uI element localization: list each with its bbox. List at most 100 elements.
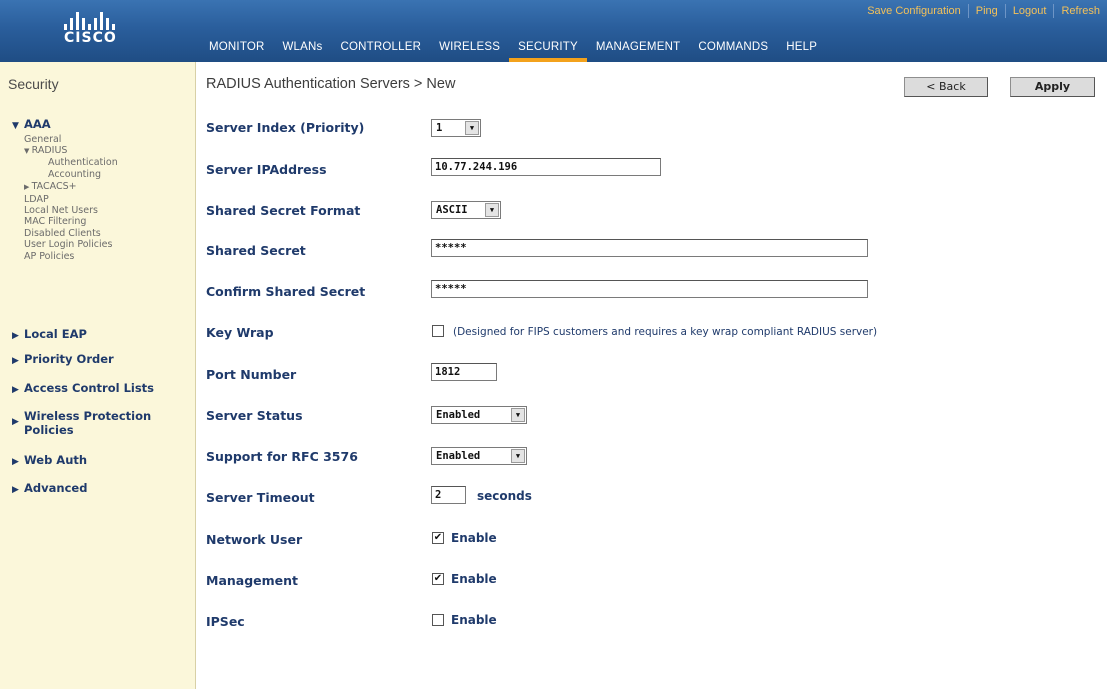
triangle-right-icon: ▶ <box>12 457 19 467</box>
chevron-down-icon: ▼ <box>511 449 525 463</box>
triangle-right-icon: ▶ <box>12 385 19 395</box>
sidebar-item-ap-policies[interactable]: AP Policies <box>24 251 74 262</box>
sidebar-item-tacacs[interactable]: ▶ TACACS+ <box>24 181 77 193</box>
rfc3576-value: Enabled <box>436 450 481 462</box>
server-status-select[interactable]: Enabled ▼ <box>431 406 527 424</box>
server-status-label: Server Status <box>206 408 303 423</box>
nav-monitor[interactable]: MONITOR <box>200 36 274 62</box>
sidebar-item-label: Wireless Protection <box>24 409 152 423</box>
top-header: CISCO Save Configuration Ping Logout Ref… <box>0 0 1107 62</box>
back-button[interactable]: < Back <box>904 77 988 97</box>
cisco-bars-icon <box>64 8 124 30</box>
sidebar-item-radius[interactable]: ▼ RADIUS <box>24 145 67 157</box>
nav-wireless[interactable]: WIRELESS <box>430 36 509 62</box>
sidebar-item-label-wrap: Wireless Protection Policies <box>24 409 151 437</box>
management-checkbox[interactable]: ✔ <box>432 573 444 585</box>
triangle-right-icon: ▶ <box>12 417 19 427</box>
network-user-enable-text: Enable <box>451 531 497 545</box>
sidebar-item-access-control-lists[interactable]: ▶ Access Control Lists <box>12 381 154 397</box>
sidebar-item-label: TACACS+ <box>31 181 77 192</box>
apply-button[interactable]: Apply <box>1010 77 1095 97</box>
sidebar-item-wireless-protection-policies[interactable]: ▶ Wireless Protection Policies <box>12 409 151 437</box>
sidebar-item-label: Priority Order <box>24 352 114 366</box>
cisco-logo: CISCO <box>8 0 193 62</box>
triangle-right-icon: ▶ <box>24 183 32 191</box>
nav-security[interactable]: SECURITY <box>509 36 587 62</box>
nav-commands[interactable]: COMMANDS <box>689 36 777 62</box>
main-nav: MONITOR WLANs CONTROLLER WIRELESS SECURI… <box>200 36 826 62</box>
key-wrap-note: (Designed for FIPS customers and require… <box>453 326 878 338</box>
server-timeout-input[interactable]: 2 <box>431 486 466 504</box>
sidebar-item-general[interactable]: General <box>24 134 61 145</box>
sidebar-item-label: AAA <box>24 117 51 131</box>
sidebar-item-user-login-policies[interactable]: User Login Policies <box>24 239 112 250</box>
sidebar-item-local-net-users[interactable]: Local Net Users <box>24 205 98 216</box>
sidebar-item-aaa[interactable]: ▼ AAA <box>12 117 51 133</box>
sidebar-item-label: RADIUS <box>31 145 68 156</box>
management-label: Management <box>206 573 299 588</box>
confirm-shared-secret-input[interactable]: ***** <box>431 280 868 298</box>
rfc3576-select[interactable]: Enabled ▼ <box>431 447 527 465</box>
server-timeout-label: Server Timeout <box>206 490 315 505</box>
network-user-label: Network User <box>206 532 303 547</box>
rfc3576-label: Support for RFC 3576 <box>206 449 358 464</box>
sidebar-item-priority-order[interactable]: ▶ Priority Order <box>12 352 114 368</box>
ipsec-checkbox[interactable] <box>432 614 444 626</box>
security-sidebar: Security ▼ AAA General ▼ RADIUS Authentic… <box>0 62 196 689</box>
server-index-select[interactable]: 1 ▼ <box>431 119 481 137</box>
shared-secret-format-label: Shared Secret Format <box>206 203 361 218</box>
ipsec-label: IPSec <box>206 614 245 629</box>
sidebar-item-authentication[interactable]: Authentication <box>48 157 118 168</box>
nav-controller[interactable]: CONTROLLER <box>331 36 430 62</box>
sidebar-item-label: Access Control Lists <box>24 381 155 395</box>
sidebar-item-advanced[interactable]: ▶ Advanced <box>12 481 87 497</box>
management-enable-text: Enable <box>451 572 497 586</box>
sidebar-item-web-auth[interactable]: ▶ Web Auth <box>12 453 87 469</box>
chevron-down-icon: ▼ <box>485 203 499 217</box>
sidebar-item-mac-filtering[interactable]: MAC Filtering <box>24 216 86 227</box>
page-title: RADIUS Authentication Servers > New <box>206 76 456 92</box>
refresh-link[interactable]: Refresh <box>1053 4 1107 18</box>
sidebar-item-label: Local EAP <box>24 327 87 341</box>
ipsec-enable-text: Enable <box>451 613 497 627</box>
server-timeout-unit: seconds <box>477 489 532 503</box>
key-wrap-checkbox[interactable] <box>432 325 444 337</box>
nav-help[interactable]: HELP <box>777 36 826 62</box>
network-user-checkbox[interactable]: ✔ <box>432 532 444 544</box>
server-index-label: Server Index (Priority) <box>206 120 365 135</box>
server-status-value: Enabled <box>436 409 481 421</box>
ping-link[interactable]: Ping <box>967 4 1005 18</box>
nav-wlans[interactable]: WLANs <box>274 36 332 62</box>
sidebar-item-local-eap[interactable]: ▶ Local EAP <box>12 327 87 343</box>
sidebar-title: Security <box>8 76 59 92</box>
sidebar-item-accounting[interactable]: Accounting <box>48 169 101 180</box>
server-index-value: 1 <box>436 122 443 134</box>
key-wrap-label: Key Wrap <box>206 325 274 340</box>
sidebar-item-label: Web Auth <box>24 453 88 467</box>
port-number-label: Port Number <box>206 367 297 382</box>
sidebar-item-ldap[interactable]: LDAP <box>24 194 49 205</box>
shared-secret-input[interactable]: ***** <box>431 239 868 257</box>
utility-links: Save Configuration Ping Logout Refresh <box>860 0 1107 22</box>
port-number-input[interactable]: 1812 <box>431 363 497 381</box>
save-configuration-link[interactable]: Save Configuration <box>860 4 968 18</box>
nav-management[interactable]: MANAGEMENT <box>587 36 689 62</box>
sidebar-item-label: Advanced <box>24 481 88 495</box>
confirm-shared-secret-label: Confirm Shared Secret <box>206 284 366 299</box>
shared-secret-format-value: ASCII <box>436 204 468 216</box>
cisco-wordmark: CISCO <box>64 30 117 46</box>
shared-secret-label: Shared Secret <box>206 243 306 258</box>
chevron-down-icon: ▼ <box>511 408 525 422</box>
server-ip-input[interactable]: 10.77.244.196 <box>431 158 661 176</box>
sidebar-item-label: Policies <box>24 423 74 437</box>
sidebar-item-disabled-clients[interactable]: Disabled Clients <box>24 228 101 239</box>
logout-link[interactable]: Logout <box>1004 4 1054 18</box>
triangle-right-icon: ▶ <box>12 331 19 341</box>
shared-secret-format-select[interactable]: ASCII ▼ <box>431 201 501 219</box>
triangle-right-icon: ▶ <box>12 356 19 366</box>
triangle-down-icon: ▼ <box>24 147 32 155</box>
chevron-down-icon: ▼ <box>465 121 479 135</box>
triangle-right-icon: ▶ <box>12 485 19 495</box>
server-ip-label: Server IPAddress <box>206 162 327 177</box>
triangle-down-icon: ▼ <box>12 121 19 131</box>
